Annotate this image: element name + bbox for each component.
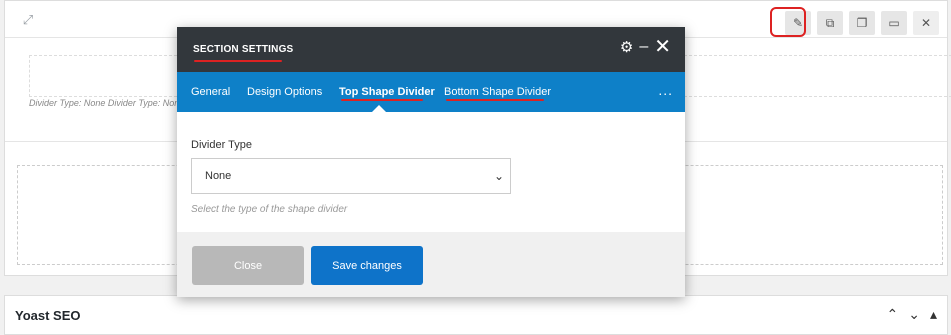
yoast-seo-panel: Yoast SEO ⌃ ⌄ ▴ [4,295,948,335]
toggle-icon[interactable]: ▴ [930,306,937,323]
save-changes-button[interactable]: Save changes [311,246,423,285]
gear-icon[interactable]: ⚙ [620,38,633,56]
section-settings-dialog: SECTION SETTINGS ⚙ – ✕ General Design Op… [177,27,685,297]
tab-design-options[interactable]: Design Options [247,86,322,98]
divider-type-value: None [205,170,232,182]
divider-type-hint: Select the type of the shape divider [191,204,348,215]
duplicate-icon[interactable]: ⧉ [817,11,843,35]
dialog-title: SECTION SETTINGS [193,44,294,55]
paste-icon[interactable]: ▭ [881,11,907,35]
dialog-tabs: General Design Options Top Shape Divider… [177,72,685,112]
chevron-up-icon[interactable]: ⌃ [887,306,899,323]
divider-type-label: Divider Type [191,139,252,151]
divider-type-note: Divider Type: None Divider Type: None [29,98,185,108]
annotation-underline [341,99,423,101]
close-icon[interactable]: ✕ [654,37,671,57]
annotation-underline [446,99,544,101]
more-icon[interactable]: ... [658,82,673,98]
dialog-header: SECTION SETTINGS ⚙ – ✕ [177,27,685,72]
section-controls: ✎ ⧉ ❐ ▭ ✕ [785,11,939,35]
divider-type-select[interactable]: None ⌄ [191,158,511,194]
panel-controls: ⌃ ⌄ ▴ [887,306,938,323]
tab-bottom-shape-divider[interactable]: Bottom Shape Divider [444,86,551,98]
tab-general[interactable]: General [191,86,230,98]
annotation-underline [194,60,282,62]
yoast-title: Yoast SEO [15,308,81,323]
close-button[interactable]: Close [192,246,304,285]
dialog-footer: Close Save changes [177,232,685,297]
dialog-header-controls: ⚙ – ✕ [620,37,671,57]
chevron-down-icon: ⌄ [493,169,504,183]
copy-icon[interactable]: ❐ [849,11,875,35]
minimize-icon[interactable]: – [639,39,648,55]
active-tab-indicator [372,105,386,112]
expand-icon[interactable]: ⤢ [21,13,35,27]
annotation-box [770,7,806,37]
tab-top-shape-divider[interactable]: Top Shape Divider [339,86,435,98]
chevron-down-icon[interactable]: ⌄ [908,306,920,323]
close-icon[interactable]: ✕ [913,11,939,35]
